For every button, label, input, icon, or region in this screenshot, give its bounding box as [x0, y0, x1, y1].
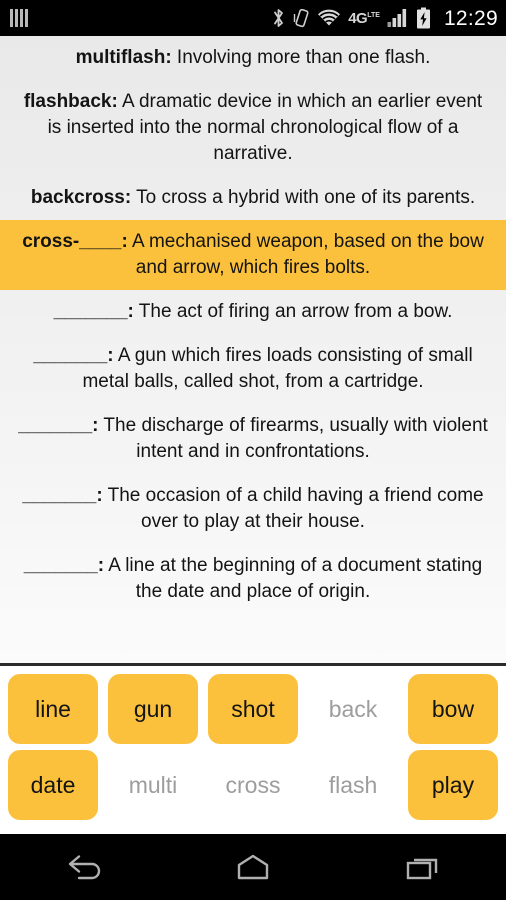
- definition-row[interactable]: _______: The act of firing an arrow from…: [0, 290, 506, 334]
- definition-text: A mechanised weapon, based on the bow an…: [127, 231, 484, 278]
- bluetooth-icon: [274, 9, 284, 27]
- definition-text: The occasion of a child having a friend …: [102, 485, 484, 532]
- word-bank: line gun shot back bow date multi cross …: [0, 666, 506, 834]
- definition-row[interactable]: _______: The occasion of a child having …: [0, 474, 506, 544]
- network-4g-label: 4G: [348, 9, 368, 27]
- nav-recents-button[interactable]: [337, 834, 506, 900]
- word-button-cross: cross: [225, 771, 281, 798]
- definition-row[interactable]: _______: A gun which fires loads consist…: [0, 334, 506, 404]
- status-clock: 12:29: [443, 6, 498, 30]
- vibrate-icon: [294, 8, 309, 28]
- definition-row-active[interactable]: cross-____: A mechanised weapon, based o…: [0, 220, 506, 290]
- definition-blank: _______: [18, 415, 93, 436]
- definition-blank: _______: [22, 485, 97, 506]
- word-button-gun[interactable]: gun: [108, 674, 198, 744]
- definition-blank: _______: [53, 301, 128, 322]
- definition-row[interactable]: _______: The discharge of firearms, usua…: [0, 404, 506, 474]
- definition-text: A gun which fires loads consisting of sm…: [82, 345, 473, 392]
- word-button-line[interactable]: line: [8, 674, 98, 744]
- word-button-shot[interactable]: shot: [208, 674, 298, 744]
- word-bank-row: date multi cross flash play: [8, 750, 498, 820]
- definition-row[interactable]: multiflash: Involving more than one flas…: [0, 36, 506, 80]
- definition-text: The act of firing an arrow from a bow.: [133, 301, 453, 322]
- definition-blank: _______: [33, 345, 108, 366]
- definition-text: To cross a hybrid with one of its parent…: [131, 187, 476, 208]
- status-bar-right: 4G LTE 12:29: [271, 7, 498, 30]
- back-icon: [69, 855, 101, 880]
- definition-row[interactable]: _______: A line at the beginning of a do…: [0, 544, 506, 614]
- definition-text: A line at the beginning of a document st…: [104, 555, 483, 602]
- home-icon: [237, 854, 269, 880]
- network-lte-label: LTE: [367, 11, 380, 19]
- bars-icon: [10, 9, 28, 27]
- nav-back-button[interactable]: [0, 834, 169, 900]
- word-button-multi: multi: [128, 771, 178, 798]
- definition-term: flashback: [23, 91, 112, 112]
- phone-screen: 4G LTE 12:29 multiflash: Involving more …: [0, 0, 506, 900]
- definition-text: The discharge of firearms, usually with …: [98, 415, 488, 462]
- definition-term: multiflash: [75, 47, 166, 68]
- recents-icon: [406, 858, 437, 880]
- status-bar: 4G LTE 12:29: [0, 0, 506, 36]
- nav-home-button[interactable]: [169, 834, 338, 900]
- word-button-back: back: [328, 695, 378, 722]
- status-bar-left: [10, 9, 28, 27]
- word-button-flash: flash: [328, 771, 378, 798]
- definition-term: backcross: [30, 187, 125, 208]
- android-nav-bar: [0, 834, 506, 900]
- definition-text: Involving more than one flash.: [171, 47, 431, 68]
- cellular-signal-icon: [387, 9, 407, 27]
- definition-blank: _______: [23, 555, 98, 576]
- word-bank-row: line gun shot back bow: [8, 674, 498, 744]
- definition-term: cross-____: [22, 231, 122, 252]
- network-4g-lte-icon: 4G LTE: [348, 11, 380, 26]
- word-button-date[interactable]: date: [8, 750, 98, 820]
- definition-row[interactable]: flashback: A dramatic device in which an…: [0, 80, 506, 176]
- definition-row[interactable]: backcross: To cross a hybrid with one of…: [0, 176, 506, 220]
- wifi-icon: [318, 9, 341, 25]
- word-button-play[interactable]: play: [408, 750, 498, 820]
- battery-charging-icon: [416, 7, 430, 28]
- definition-list[interactable]: multiflash: Involving more than one flas…: [0, 36, 506, 663]
- word-button-bow[interactable]: bow: [408, 674, 498, 744]
